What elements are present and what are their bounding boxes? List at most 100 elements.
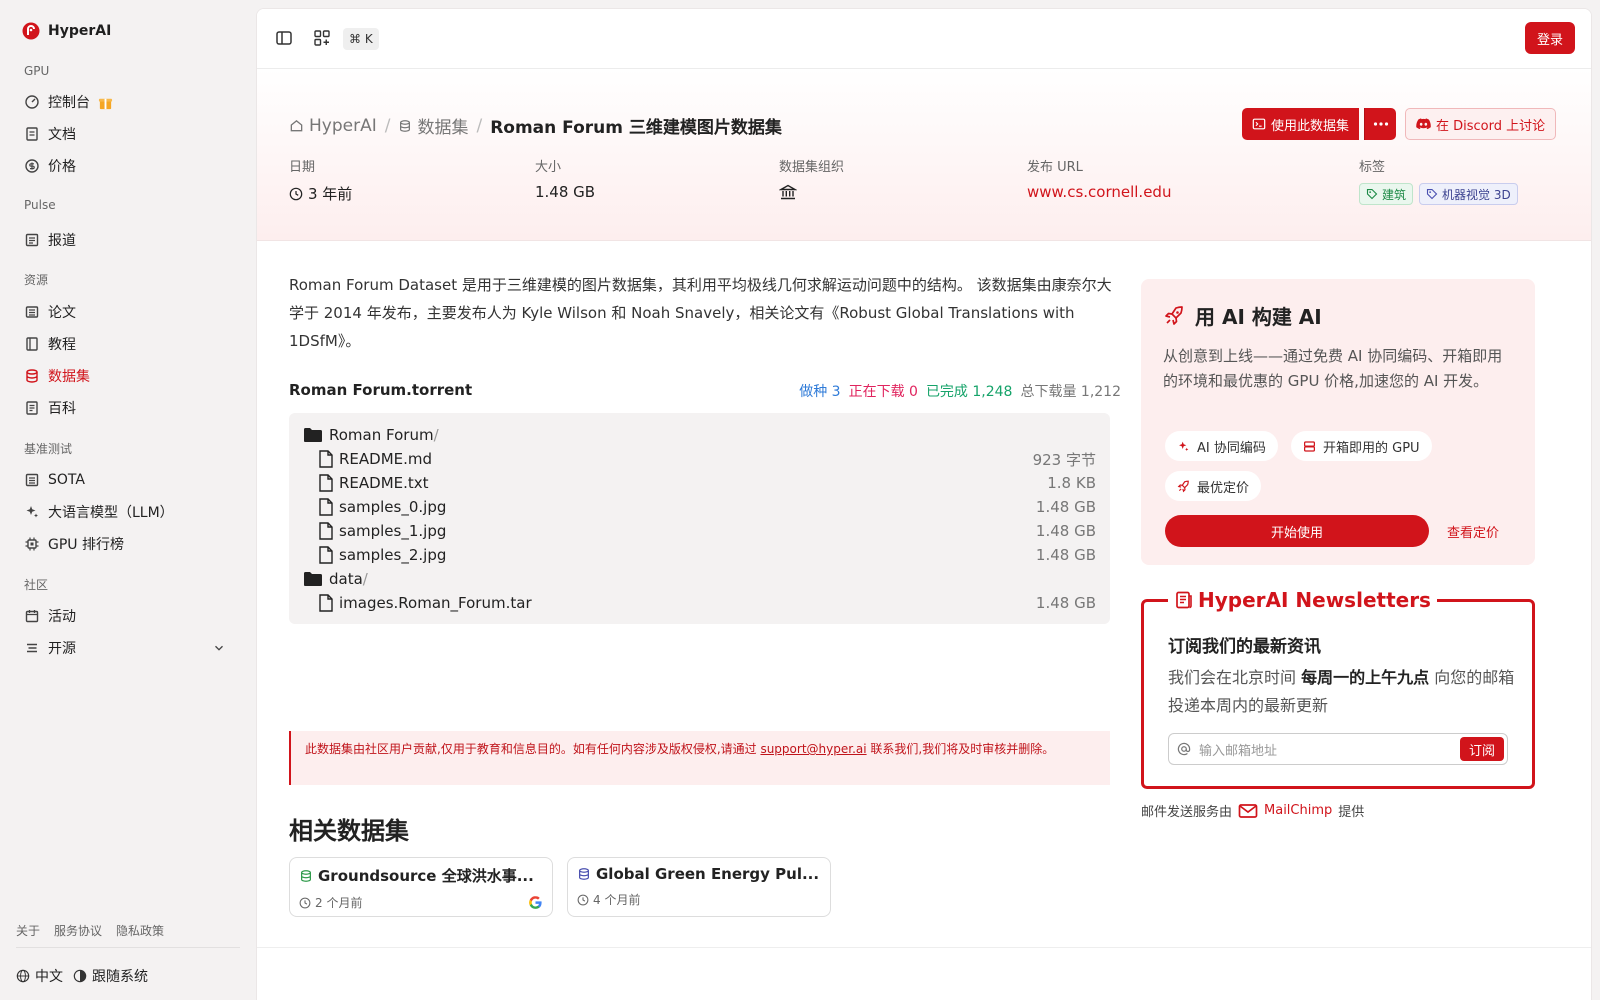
sidebar-item-gpu-ranking[interactable]: GPU 排行榜 xyxy=(16,530,234,558)
tag-chip[interactable]: 建筑 xyxy=(1359,183,1414,205)
meta-tags-label: 标签 xyxy=(1359,160,1386,175)
discord-button[interactable]: 在 Discord 上讨论 xyxy=(1405,108,1557,140)
brand-name: HyperAI xyxy=(48,23,112,39)
file-icon xyxy=(319,594,333,612)
sidebar-item-opensource[interactable]: 开源 xyxy=(16,634,234,662)
sidebar-item-label: 报道 xyxy=(48,233,76,249)
file-icon xyxy=(319,522,333,540)
apps-icon[interactable] xyxy=(313,29,331,47)
sidebar: HyperAI GPU 控制台 文档 价格 Pulse 报道 资源 论文 教程 … xyxy=(0,0,256,1000)
chip-icon xyxy=(25,537,39,551)
use-dataset-button[interactable]: 使用此数据集 xyxy=(1242,108,1360,140)
login-button[interactable]: 登录 xyxy=(1525,22,1575,54)
file-row[interactable]: samples_1.jpg 1.48 GB xyxy=(319,520,1096,542)
sidebar-item-docs[interactable]: 文档 xyxy=(16,120,234,148)
google-logo-icon xyxy=(529,896,542,909)
book-icon xyxy=(26,337,38,351)
file-row[interactable]: README.txt 1.8 KB xyxy=(319,472,1096,494)
related-dataset-card[interactable]: Groundsource 全球洪水事... 2 个月前 xyxy=(289,857,553,917)
meta-date: 日期 3 年前 xyxy=(289,156,352,204)
meta-date-label: 日期 xyxy=(289,160,316,175)
sparkles-icon xyxy=(26,506,38,518)
breadcrumb-home[interactable]: HyperAI xyxy=(289,116,377,136)
rocket-icon xyxy=(1165,305,1183,325)
sidebar-item-papers[interactable]: 论文 xyxy=(16,298,234,326)
footer-settings: 中文 跟随系统 xyxy=(16,966,148,986)
terms-link[interactable]: 服务协议 xyxy=(54,922,102,939)
file-tree: Roman Forum / README.md 923 字节 README.txt… xyxy=(289,413,1110,624)
file-row[interactable]: samples_2.jpg 1.48 GB xyxy=(319,544,1096,566)
file-icon xyxy=(319,450,333,468)
sidebar-item-datasets[interactable]: 数据集 xyxy=(16,362,234,390)
brand[interactable]: HyperAI xyxy=(22,22,111,40)
meta-tags: 标签 建筑 机器视觉 3D xyxy=(1359,156,1518,205)
related-title: 相关数据集 xyxy=(289,817,409,845)
about-link[interactable]: 关于 xyxy=(16,922,40,939)
more-actions-button[interactable] xyxy=(1364,108,1396,140)
folder-row[interactable]: data / xyxy=(303,568,1096,590)
globe-icon xyxy=(16,969,30,983)
theme-switcher[interactable]: 跟随系统 xyxy=(73,966,148,986)
ai-promo-title: 用 AI 构建 AI xyxy=(1195,305,1322,329)
file-name: samples_2.jpg xyxy=(339,546,447,564)
language-label: 中文 xyxy=(35,969,63,985)
folder-row[interactable]: Roman Forum / xyxy=(303,424,1096,446)
search-shortcut[interactable]: ⌘ K xyxy=(343,28,379,50)
sidebar-item-label: 活动 xyxy=(48,609,76,625)
file-size: 1.8 KB xyxy=(1047,474,1096,492)
sidebar-item-sota[interactable]: SOTA xyxy=(16,466,234,494)
mailchimp-credit: 邮件发送服务由 MailChimp 提供 xyxy=(1141,801,1364,820)
sidebar-item-reports[interactable]: 报道 xyxy=(16,226,234,254)
sparkles-icon xyxy=(1179,441,1189,451)
footer-links: 关于 服务协议 隐私政策 xyxy=(16,922,164,939)
sidebar-item-tutorials[interactable]: 教程 xyxy=(16,330,234,358)
meta-org-label: 数据集组织 xyxy=(779,160,845,175)
theme-label: 跟随系统 xyxy=(92,969,148,985)
breadcrumb-section[interactable]: 数据集 xyxy=(398,113,468,138)
ai-promo-text: 从创意到上线——通过免费 AI 协同编码、开箱即用的环境和最优惠的 GPU 价格… xyxy=(1163,347,1503,390)
divider xyxy=(16,947,240,948)
support-email-link[interactable]: support@hyper.ai xyxy=(760,742,866,756)
meta-size: 大小 1.48 GB xyxy=(535,156,595,201)
feature-chip: AI 协同编码 xyxy=(1165,431,1278,461)
feature-chip-label: AI 协同编码 xyxy=(1197,440,1266,456)
database-icon xyxy=(301,869,311,882)
meta-date-value: 3 年前 xyxy=(308,185,353,203)
sidebar-item-events[interactable]: 活动 xyxy=(16,602,234,630)
meta-org: 数据集组织 xyxy=(779,156,844,201)
file-icon xyxy=(319,546,333,564)
mail-credit-after: 提供 xyxy=(1338,805,1365,820)
breadcrumb-separator: / xyxy=(476,115,483,136)
database-icon xyxy=(400,119,411,132)
start-button[interactable]: 开始使用 xyxy=(1165,515,1429,547)
tag-chip[interactable]: 机器视觉 3D xyxy=(1419,183,1518,205)
email-field[interactable]: 输入邮箱地址 订阅 xyxy=(1168,733,1508,765)
file-row[interactable]: samples_0.jpg 1.48 GB xyxy=(319,496,1096,518)
file-row[interactable]: README.md 923 字节 xyxy=(319,448,1096,470)
chevron-down-icon[interactable] xyxy=(212,641,226,655)
sidebar-item-wiki[interactable]: 百科 xyxy=(16,394,234,422)
tag-label: 机器视觉 3D xyxy=(1442,187,1511,202)
feature-chip: 最优定价 xyxy=(1165,471,1262,501)
file-name: README.txt xyxy=(339,474,429,492)
sidebar-item-llm[interactable]: 大语言模型（LLM） xyxy=(16,498,234,526)
language-switcher[interactable]: 中文 xyxy=(16,966,63,986)
sidebar-item-price[interactable]: 价格 xyxy=(16,152,234,180)
sidebar-item-label: 论文 xyxy=(48,305,76,321)
torrent-stats: 做种 3 正在下载 0 已完成 1,248 总下载量 1,212 xyxy=(799,381,1121,401)
related-dataset-card[interactable]: Global Green Energy Pul... 4 个月前 xyxy=(567,857,831,917)
newsletter-text-before: 我们会在北京时间 xyxy=(1168,668,1302,687)
related-dataset-date: 4 个月前 xyxy=(593,893,641,907)
view-pricing-link[interactable]: 查看定价 xyxy=(1447,522,1499,541)
sidebar-item-console[interactable]: 控制台 xyxy=(16,88,234,116)
file-row[interactable]: images.Roman_Forum.tar 1.48 GB xyxy=(319,592,1096,614)
section-title-pulse: Pulse xyxy=(24,198,56,212)
sidebar-toggle-icon[interactable] xyxy=(275,29,293,47)
tag-icon xyxy=(1426,188,1438,200)
privacy-link[interactable]: 隐私政策 xyxy=(116,922,164,939)
mailchimp-link[interactable]: MailChimp xyxy=(1264,803,1332,818)
folder-name: Roman Forum xyxy=(329,426,434,444)
meta-url-label: 发布 URL xyxy=(1027,160,1083,175)
subscribe-button[interactable]: 订阅 xyxy=(1460,737,1504,761)
meta-url-link[interactable]: www.cs.cornell.edu xyxy=(1027,183,1171,201)
